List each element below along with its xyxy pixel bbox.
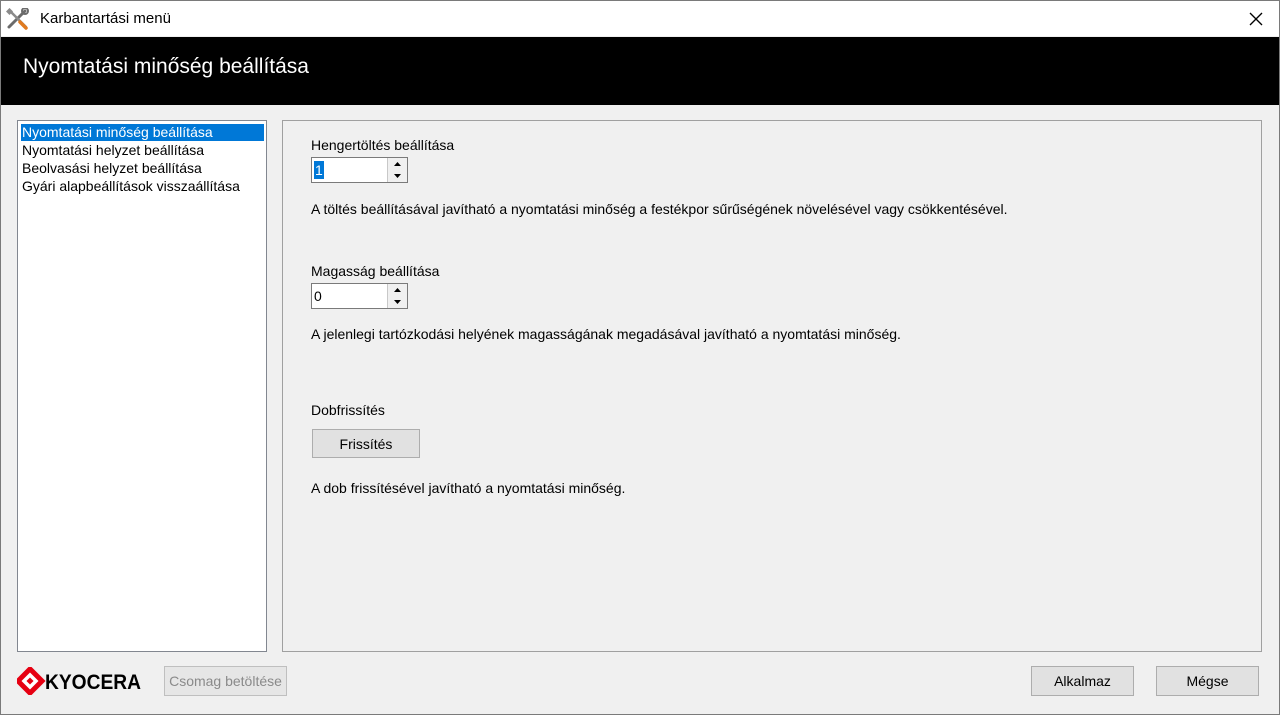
maintenance-window: Karbantartási menü Nyomtatási minőség be… bbox=[0, 0, 1280, 715]
arrow-down-icon bbox=[394, 300, 401, 304]
roller-charge-value[interactable]: 1 bbox=[314, 161, 324, 179]
drum-refresh-label: Dobfrissítés bbox=[311, 402, 385, 418]
spin-down-button[interactable] bbox=[388, 170, 407, 182]
settings-nav-list[interactable]: Nyomtatási minőség beállítása Nyomtatási… bbox=[17, 120, 267, 652]
altitude-description: A jelenlegi tartózkodási helyének magass… bbox=[311, 326, 901, 342]
arrow-up-icon bbox=[394, 288, 401, 292]
spin-down-button[interactable] bbox=[388, 296, 407, 308]
close-icon bbox=[1249, 12, 1263, 25]
roller-charge-description: A töltés beállításával javítható a nyomt… bbox=[311, 201, 1008, 217]
header-banner: Nyomtatási minőség beállítása bbox=[1, 37, 1279, 105]
kyocera-logo: KYOCERA bbox=[17, 667, 141, 695]
nav-item-scan-position[interactable]: Beolvasási helyzet beállítása bbox=[21, 160, 203, 177]
altitude-spinner[interactable]: 0 bbox=[311, 283, 408, 309]
cancel-button[interactable]: Mégse bbox=[1156, 666, 1259, 696]
roller-charge-spinner[interactable]: 1 bbox=[311, 157, 408, 183]
settings-panel: Hengertöltés beállítása 1 A töltés beáll… bbox=[282, 120, 1262, 652]
drum-refresh-description: A dob frissítésével javítható a nyomtatá… bbox=[311, 480, 626, 496]
arrow-up-icon bbox=[394, 162, 401, 166]
arrow-down-icon bbox=[394, 174, 401, 178]
tools-icon bbox=[6, 8, 29, 30]
nav-item-print-position[interactable]: Nyomtatási helyzet beállítása bbox=[21, 142, 205, 159]
roller-charge-spin-buttons bbox=[387, 158, 407, 182]
close-button[interactable] bbox=[1233, 1, 1279, 36]
window-title: Karbantartási menü bbox=[40, 10, 171, 27]
nav-item-print-quality[interactable]: Nyomtatási minőség beállítása bbox=[21, 124, 264, 141]
apply-button[interactable]: Alkalmaz bbox=[1031, 666, 1134, 696]
roller-charge-label: Hengertöltés beállítása bbox=[311, 137, 455, 153]
page-title: Nyomtatási minőség beállítása bbox=[23, 55, 309, 78]
title-bar: Karbantartási menü bbox=[1, 1, 1279, 36]
altitude-value[interactable]: 0 bbox=[314, 287, 322, 305]
altitude-label: Magasság beállítása bbox=[311, 263, 440, 279]
nav-item-factory-reset[interactable]: Gyári alapbeállítások visszaállítása bbox=[21, 178, 241, 195]
load-package-button[interactable]: Csomag betöltése bbox=[164, 666, 287, 696]
refresh-button[interactable]: Frissítés bbox=[312, 429, 420, 458]
logo-text: KYOCERA bbox=[45, 671, 141, 694]
altitude-spin-buttons bbox=[387, 284, 407, 308]
